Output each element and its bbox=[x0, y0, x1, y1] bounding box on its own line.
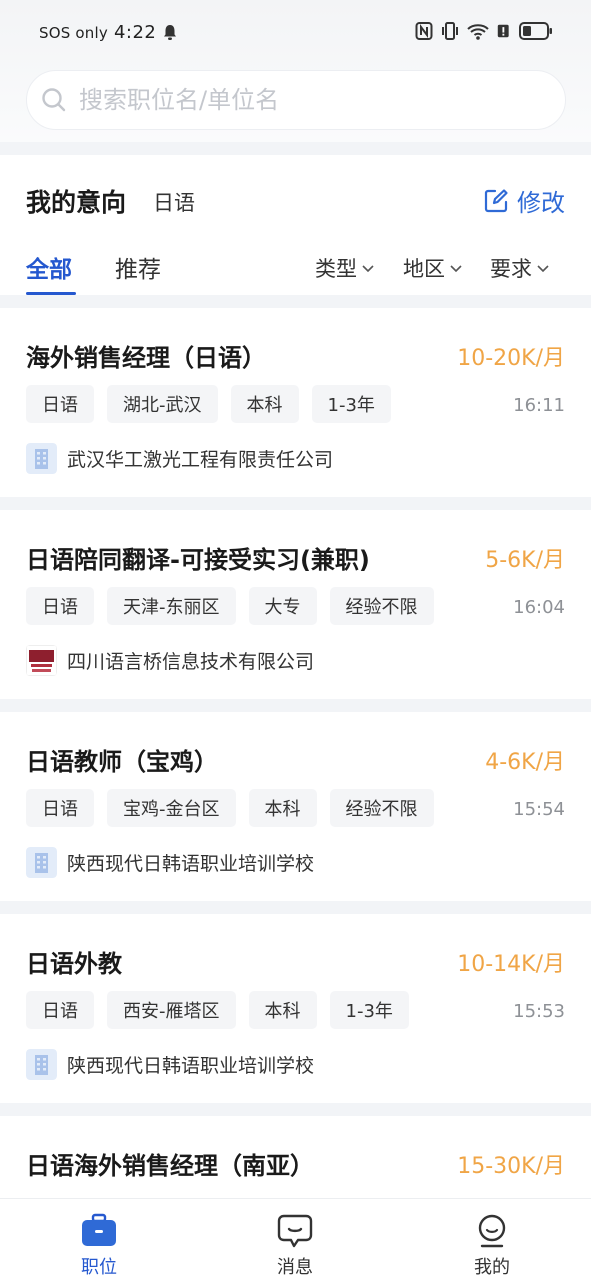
intent-value: 日语 bbox=[153, 191, 195, 215]
job-tag: 大专 bbox=[248, 587, 317, 625]
job-salary: 15-30K/月 bbox=[457, 1154, 565, 1179]
nfc-icon bbox=[415, 22, 433, 40]
job-post-time: 15:54 bbox=[513, 799, 565, 820]
chevron-down-icon bbox=[537, 265, 549, 273]
wifi-icon bbox=[467, 24, 489, 40]
company-name: 四川语言桥信息技术有限公司 bbox=[67, 651, 315, 673]
job-tag: 日语 bbox=[26, 991, 94, 1029]
job-tag: 西安-雁塔区 bbox=[107, 991, 236, 1029]
active-tab-indicator bbox=[26, 292, 76, 295]
job-salary: 4-6K/月 bbox=[485, 750, 565, 775]
job-tags: 日语 西安-雁塔区 本科 1-3年 bbox=[26, 991, 409, 1029]
tab-recommended[interactable]: 推荐 bbox=[115, 250, 161, 284]
company-row: 武汉华工激光工程有限责任公司 bbox=[26, 443, 333, 474]
tab-all[interactable]: 全部 bbox=[26, 250, 72, 284]
company-name: 陕西现代日韩语职业培训学校 bbox=[67, 1055, 315, 1077]
filter-requirements-label: 要求 bbox=[490, 257, 532, 281]
search-bar[interactable] bbox=[26, 70, 566, 130]
job-tag: 天津-东丽区 bbox=[107, 587, 236, 625]
edit-intent-button[interactable]: 修改 bbox=[483, 183, 565, 218]
chevron-down-icon bbox=[450, 265, 462, 273]
job-tag: 本科 bbox=[230, 385, 299, 423]
job-tags: 日语 湖北-武汉 本科 1-3年 bbox=[26, 385, 391, 423]
chevron-down-icon bbox=[362, 265, 374, 273]
job-title: 日语教师（宝鸡） bbox=[26, 748, 218, 776]
company-row: 陕西现代日韩语职业培训学校 bbox=[26, 847, 314, 878]
message-icon bbox=[277, 1214, 313, 1248]
job-title: 海外销售经理（日语） bbox=[26, 344, 266, 372]
vibrate-icon bbox=[442, 22, 458, 40]
clock-time: 4:22 bbox=[113, 22, 157, 43]
building-icon bbox=[26, 443, 57, 474]
job-tag: 宝鸡-金台区 bbox=[107, 789, 236, 827]
nav-jobs[interactable]: 职位 bbox=[59, 1213, 139, 1279]
status-left: SOS only 4:22 bbox=[39, 22, 178, 43]
job-tag: 本科 bbox=[248, 991, 317, 1029]
job-title: 日语海外销售经理（南亚） bbox=[26, 1152, 314, 1180]
job-post-time: 16:04 bbox=[513, 597, 565, 618]
filter-type[interactable]: 类型 bbox=[315, 253, 375, 283]
top-header: SOS only 4:22 bbox=[0, 0, 591, 142]
battery-icon bbox=[519, 22, 552, 40]
filter-region-label: 地区 bbox=[403, 257, 445, 281]
building-icon bbox=[26, 847, 57, 878]
nav-profile[interactable]: 我的 bbox=[452, 1213, 532, 1279]
job-title: 日语外教 bbox=[26, 950, 122, 978]
job-title: 日语陪同翻译-可接受实习(兼职) bbox=[26, 546, 370, 574]
job-card[interactable]: 日语外教 10-14K/月 日语 西安-雁塔区 本科 1-3年 15:53 陕西… bbox=[0, 914, 591, 1103]
job-card[interactable]: 海外销售经理（日语） 10-20K/月 日语 湖北-武汉 本科 1-3年 16:… bbox=[0, 308, 591, 497]
filter-requirements[interactable]: 要求 bbox=[490, 253, 550, 283]
nav-messages-label: 消息 bbox=[277, 1257, 313, 1278]
job-post-time: 15:53 bbox=[513, 1001, 565, 1022]
intent-filter-card: 我的意向 日语 修改 全部 推荐 类型 地区 要求 bbox=[0, 155, 591, 295]
job-tag: 1-3年 bbox=[329, 991, 409, 1029]
job-tag: 经验不限 bbox=[329, 587, 434, 625]
job-salary: 5-6K/月 bbox=[485, 548, 565, 573]
company-name: 陕西现代日韩语职业培训学校 bbox=[67, 853, 315, 875]
nav-messages[interactable]: 消息 bbox=[255, 1213, 335, 1279]
user-icon bbox=[478, 1214, 506, 1248]
job-tag: 本科 bbox=[248, 789, 317, 827]
edit-icon bbox=[484, 188, 508, 212]
job-tag: 日语 bbox=[26, 587, 94, 625]
company-row: 陕西现代日韩语职业培训学校 bbox=[26, 1049, 314, 1080]
bell-icon bbox=[164, 25, 177, 40]
search-input[interactable] bbox=[79, 86, 539, 114]
job-tag: 经验不限 bbox=[329, 789, 434, 827]
bottom-navigation: 职位 消息 我的 bbox=[0, 1198, 591, 1280]
status-bar: SOS only 4:22 bbox=[0, 0, 591, 66]
job-tag: 湖北-武汉 bbox=[107, 385, 218, 423]
company-logo-image bbox=[26, 645, 57, 676]
edit-label: 修改 bbox=[517, 189, 565, 217]
company-name: 武汉华工激光工程有限责任公司 bbox=[67, 449, 334, 471]
nav-jobs-label: 职位 bbox=[81, 1257, 117, 1278]
company-row: 四川语言桥信息技术有限公司 bbox=[26, 645, 314, 676]
job-card[interactable]: 日语教师（宝鸡） 4-6K/月 日语 宝鸡-金台区 本科 经验不限 15:54 … bbox=[0, 712, 591, 901]
intent-title: 我的意向 bbox=[26, 188, 127, 217]
job-salary: 10-14K/月 bbox=[457, 952, 565, 977]
nav-profile-label: 我的 bbox=[474, 1257, 510, 1278]
briefcase-icon bbox=[82, 1213, 116, 1246]
search-icon bbox=[42, 88, 66, 112]
filter-type-label: 类型 bbox=[315, 257, 357, 281]
job-card[interactable]: 日语陪同翻译-可接受实习(兼职) 5-6K/月 日语 天津-东丽区 大专 经验不… bbox=[0, 510, 591, 699]
job-post-time: 16:11 bbox=[513, 395, 565, 416]
carrier-text: SOS only bbox=[39, 23, 108, 42]
job-tags: 日语 宝鸡-金台区 本科 经验不限 bbox=[26, 789, 434, 827]
job-tag: 日语 bbox=[26, 385, 94, 423]
alert-icon bbox=[497, 24, 509, 38]
job-tag: 1-3年 bbox=[311, 385, 391, 423]
job-tags: 日语 天津-东丽区 大专 经验不限 bbox=[26, 587, 434, 625]
building-icon bbox=[26, 1049, 57, 1080]
job-salary: 10-20K/月 bbox=[457, 346, 565, 371]
status-right bbox=[415, 21, 553, 41]
job-tag: 日语 bbox=[26, 789, 94, 827]
filter-region[interactable]: 地区 bbox=[403, 253, 463, 283]
